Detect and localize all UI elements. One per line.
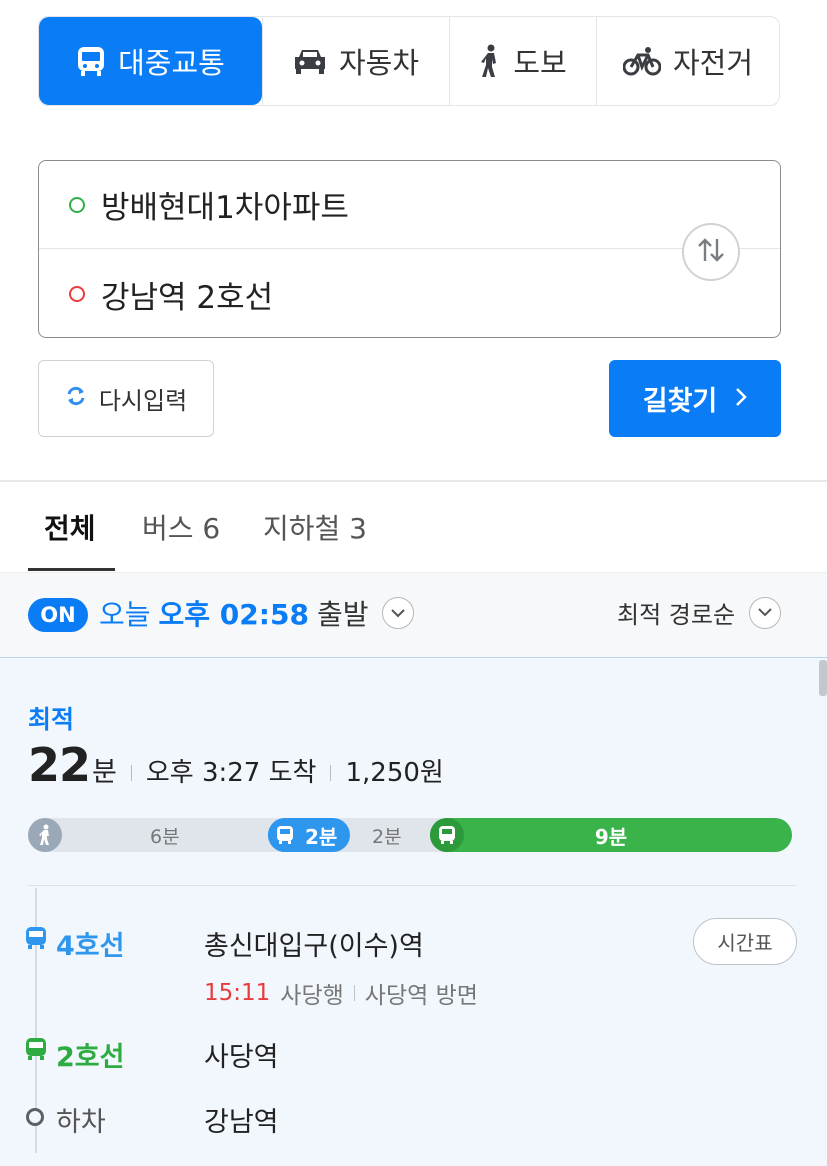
best-route-tag: 최적 bbox=[28, 705, 75, 734]
subway-line4-icon bbox=[26, 927, 46, 949]
departure-suffix: 출발 bbox=[316, 598, 369, 631]
search-button-label: 길찾기 bbox=[642, 386, 718, 417]
on-toggle-badge[interactable]: ON bbox=[28, 598, 88, 632]
mode-tab-car[interactable]: 자동차 bbox=[262, 17, 449, 105]
card-divider bbox=[28, 885, 796, 886]
timeline-walk-label: 6분 bbox=[150, 825, 180, 848]
subway-line2-icon bbox=[26, 1038, 46, 1060]
bus-icon bbox=[268, 818, 302, 852]
platform-direction: 사당역 방면 bbox=[364, 983, 478, 1009]
summary-separator bbox=[130, 765, 132, 781]
arrival-time: 오후 3:27 도착 bbox=[145, 758, 317, 788]
mode-label: 자전거 bbox=[672, 46, 754, 80]
timeline-transfer-label: 2분 bbox=[372, 825, 402, 848]
detail-separator bbox=[353, 985, 355, 1001]
timeline-bus-label: 2분 bbox=[305, 824, 338, 849]
step-line-name: 4호선 bbox=[56, 931, 125, 962]
step-line-name: 2호선 bbox=[56, 1042, 125, 1073]
active-tab-underline bbox=[28, 568, 115, 571]
step-station[interactable]: 총신대입구(이수)역 bbox=[204, 924, 424, 963]
search-route-button[interactable]: 길찾기 bbox=[609, 360, 781, 437]
step-detail: 15:11 사당행 사당역 방면 bbox=[204, 976, 478, 1010]
swap-route-button[interactable] bbox=[682, 223, 740, 281]
bus-icon bbox=[76, 45, 106, 77]
timetable-button[interactable]: 시간표 bbox=[693, 918, 797, 965]
step-station[interactable]: 사당역 bbox=[204, 1035, 279, 1074]
result-tabs: 전체 버스 6 지하철 3 bbox=[0, 482, 827, 572]
mode-label: 도보 bbox=[513, 46, 567, 80]
refresh-icon bbox=[65, 385, 87, 413]
car-icon bbox=[293, 47, 327, 75]
route-input-box: 방배현대1차아파트 강남역 2호선 bbox=[38, 160, 781, 338]
summary-separator bbox=[330, 765, 332, 781]
chevron-down-icon bbox=[382, 597, 415, 629]
fare: 1,250원 bbox=[345, 758, 444, 788]
walk-icon bbox=[479, 44, 501, 78]
timeline-subway-label: 9분 bbox=[594, 824, 628, 849]
mode-tab-bicycle[interactable]: 자전거 bbox=[596, 17, 779, 105]
start-location-text: 방배현대1차아파트 bbox=[101, 190, 349, 226]
departure-time-selector[interactable]: 오늘 오후 02:58 출발 bbox=[99, 593, 415, 633]
chevron-right-icon bbox=[735, 383, 748, 414]
transport-mode-tabs: 대중교통 자동차 도보 자전거 bbox=[38, 16, 780, 106]
mode-label: 대중교통 bbox=[118, 46, 225, 80]
step-alight-label: 하차 bbox=[56, 1107, 106, 1138]
walk-icon bbox=[28, 818, 62, 852]
departure-bar: ON 오늘 오후 02:58 출발 최적 경로순 bbox=[0, 572, 827, 658]
tab-all[interactable]: 전체 bbox=[44, 482, 96, 572]
mode-tab-walk[interactable]: 도보 bbox=[449, 17, 596, 105]
duration-value: 22 bbox=[28, 738, 91, 792]
bicycle-icon bbox=[622, 46, 661, 76]
route-summary: 22 분 오후 3:27 도착 1,250원 bbox=[28, 738, 444, 792]
reset-button-label: 다시입력 bbox=[98, 387, 188, 415]
swap-arrows-icon bbox=[696, 237, 726, 267]
duration-unit: 분 bbox=[92, 757, 117, 788]
tab-subway[interactable]: 지하철 3 bbox=[263, 482, 367, 572]
mode-label: 자동차 bbox=[338, 46, 420, 80]
departure-day: 오늘 bbox=[99, 598, 151, 631]
step-station[interactable]: 강남역 bbox=[204, 1100, 279, 1139]
end-location-field[interactable]: 강남역 2호선 bbox=[39, 250, 780, 338]
next-train-time: 15:11 bbox=[204, 980, 271, 1006]
end-dot-icon bbox=[69, 286, 85, 302]
sort-selector[interactable]: 최적 경로순 bbox=[617, 595, 782, 630]
alight-ring-icon bbox=[26, 1108, 44, 1126]
route-timeline-bar: 6분 2분 2분 9분 bbox=[28, 818, 792, 852]
departure-time: 오후 02:58 bbox=[158, 598, 309, 631]
scrollbar[interactable] bbox=[819, 660, 827, 696]
mode-tab-transit[interactable]: 대중교통 bbox=[39, 17, 262, 105]
end-location-text: 강남역 2호선 bbox=[101, 279, 274, 316]
sort-label: 최적 경로순 bbox=[617, 601, 736, 629]
train-direction: 사당행 bbox=[280, 983, 344, 1009]
chevron-down-icon bbox=[749, 596, 782, 629]
route-result-card[interactable] bbox=[0, 658, 827, 1166]
start-dot-icon bbox=[69, 196, 85, 213]
start-location-field[interactable]: 방배현대1차아파트 bbox=[39, 161, 780, 249]
reset-button[interactable]: 다시입력 bbox=[38, 360, 214, 437]
tab-bus[interactable]: 버스 6 bbox=[142, 482, 220, 572]
